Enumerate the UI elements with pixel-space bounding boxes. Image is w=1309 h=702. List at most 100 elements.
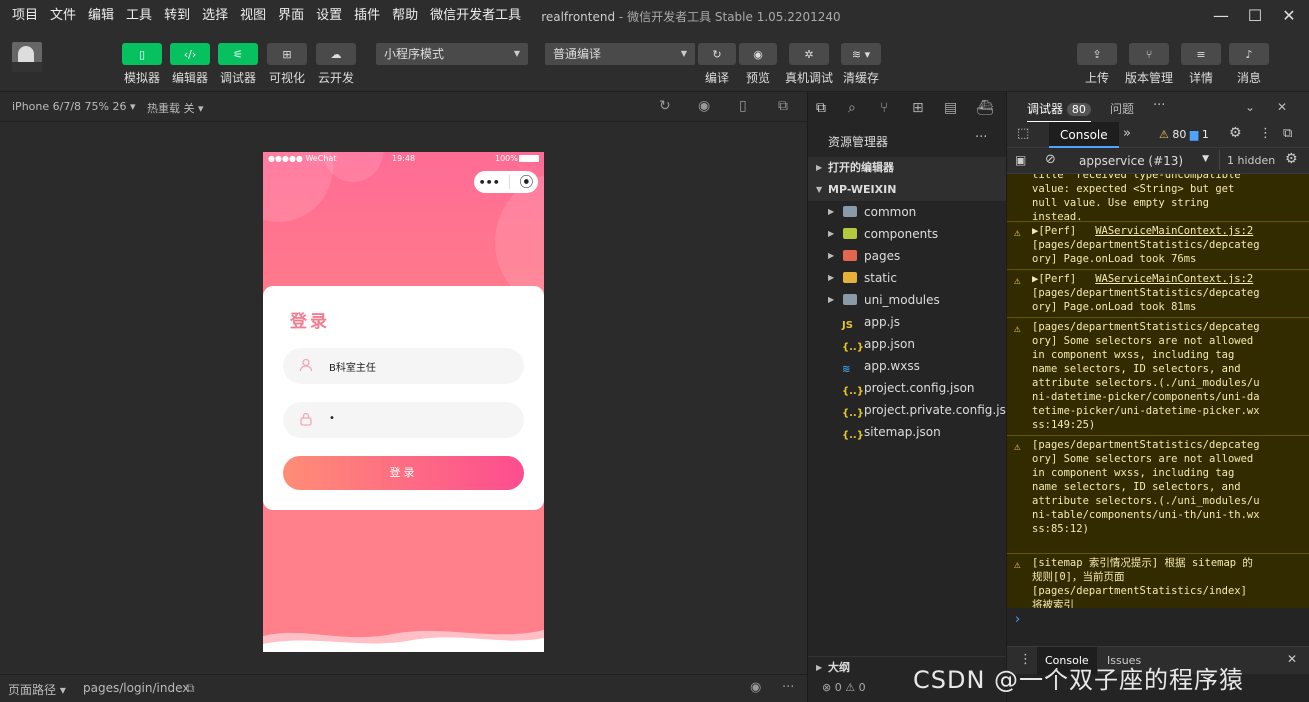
log-text: [pages/departmentStatistics/depcateg ory…: [1032, 439, 1260, 535]
context-select[interactable]: appservice (#13) ▼: [1079, 154, 1209, 168]
console-log-entry[interactable]: title" received type-uncompatible value:…: [1007, 174, 1309, 223]
menu-item-0[interactable]: 项目: [6, 0, 44, 32]
menu-item-7[interactable]: 界面: [272, 0, 310, 32]
page-path-bar: 页面路径 ▾ pages/login/index ⧉ ◉ ···: [0, 674, 807, 702]
hot-reload-toggle[interactable]: 热重载 关 ▾: [147, 100, 204, 116]
copy-icon[interactable]: ⧉: [186, 681, 195, 696]
code-button[interactable]: ‹/›: [170, 43, 210, 65]
debugger-tabs: 调试器 80 问题 ··· ⌄ ✕: [1007, 92, 1309, 123]
eye-button[interactable]: ◉: [739, 43, 777, 65]
source-control-icon[interactable]: ⑂: [880, 100, 888, 116]
tab-debugger[interactable]: 调试器 80: [1027, 100, 1091, 123]
more-icon[interactable]: ···: [782, 680, 794, 695]
phone-frame-icon[interactable]: ▯: [739, 98, 747, 114]
tree-file-3[interactable]: {..} project.config.json: [808, 377, 1007, 399]
warning-icon: ⚠: [1014, 226, 1021, 239]
close-capsule-icon[interactable]: ⦿: [519, 172, 533, 192]
password-field[interactable]: •: [283, 402, 524, 438]
compile-select[interactable]: 普通编译 ▼: [545, 43, 695, 65]
tab-issues[interactable]: 问题: [1110, 100, 1134, 117]
layout-button[interactable]: ⊞: [267, 43, 307, 65]
phone-button[interactable]: ▯: [122, 43, 162, 65]
console-prompt[interactable]: ›: [1015, 612, 1020, 627]
tree-folder-pages[interactable]: ▶ pages: [808, 245, 1007, 267]
source-link[interactable]: WAServiceMainContext.js:2: [1095, 225, 1253, 237]
menu-item-1[interactable]: 文件: [44, 0, 82, 32]
tree-folder-uni_modules[interactable]: ▶ uni_modules: [808, 289, 1007, 311]
mode-select[interactable]: 小程序模式 ▼: [376, 43, 528, 65]
layers-button[interactable]: ≋ ▾: [841, 43, 881, 65]
settings-icon[interactable]: ⚙: [1229, 125, 1242, 141]
hidden-count[interactable]: 1 hidden: [1227, 154, 1275, 167]
menu-item-8[interactable]: 设置: [310, 0, 348, 32]
menu-item-2[interactable]: 编辑: [82, 0, 120, 32]
more-icon[interactable]: •••: [479, 176, 500, 189]
menu-item-10[interactable]: 帮助: [386, 0, 424, 32]
open-editors-section[interactable]: ▶ 打开的编辑器: [808, 157, 1007, 179]
refresh-button[interactable]: ↻: [698, 43, 736, 65]
bug-button[interactable]: ✲: [789, 43, 829, 65]
extensions-icon[interactable]: ⊞: [912, 100, 924, 116]
tree-file-5[interactable]: {..} sitemap.json: [808, 421, 1007, 443]
maximize-button[interactable]: ☐: [1241, 4, 1269, 28]
kebab-icon[interactable]: ⋮: [1259, 126, 1272, 141]
menu-item-5[interactable]: 选择: [196, 0, 234, 32]
layout-icon[interactable]: ▤: [944, 100, 957, 116]
warning-count[interactable]: ⚠ 80 ▆ 1: [1159, 128, 1209, 141]
console-log-entry[interactable]: ⚠ ▶[Perf] WAServiceMainContext.js:2 [page…: [1007, 222, 1309, 270]
docker-icon[interactable]: ⛴: [976, 100, 994, 116]
tree-folder-common[interactable]: ▶ common: [808, 201, 1007, 223]
tree-file-0[interactable]: JS app.js: [808, 311, 1007, 333]
tree-folder-static[interactable]: ▶ static: [808, 267, 1007, 289]
clear-console-icon[interactable]: ⊘: [1045, 152, 1056, 167]
tree-file-1[interactable]: {..} app.json: [808, 333, 1007, 355]
menu-item-9[interactable]: 插件: [348, 0, 386, 32]
drawer-close-icon[interactable]: ✕: [1287, 652, 1297, 666]
menu-item-6[interactable]: 视图: [234, 0, 272, 32]
branch-button[interactable]: ⑂: [1129, 43, 1169, 65]
console-log-entry[interactable]: ⚠ [pages/departmentStatistics/depcateg or…: [1007, 318, 1309, 436]
cloud-button[interactable]: ☁: [316, 43, 356, 65]
stop-icon[interactable]: ◉: [698, 98, 710, 114]
login-button[interactable]: 登录: [283, 456, 524, 490]
tree-folder-components[interactable]: ▶ components: [808, 223, 1007, 245]
explorer-more-icon[interactable]: ···: [975, 130, 987, 145]
page-path-select[interactable]: 页面路径 ▾: [8, 681, 66, 698]
inspect-icon[interactable]: ⬚: [1017, 126, 1029, 141]
sidebar-toggle-icon[interactable]: ▣: [1015, 153, 1026, 167]
tree-file-4[interactable]: {..} project.private.config.js...: [808, 399, 1007, 421]
root-folder[interactable]: ▼ MP-WEIXIN: [808, 179, 1007, 201]
menu-item-11[interactable]: 微信开发者工具: [424, 0, 527, 32]
console-settings-icon[interactable]: ⚙: [1285, 151, 1298, 167]
source-link[interactable]: WAServiceMainContext.js:2: [1095, 273, 1253, 285]
menu-button[interactable]: ≡: [1181, 43, 1221, 65]
avatar[interactable]: [12, 42, 42, 72]
username-field[interactable]: B科室主任: [283, 348, 524, 384]
console-log-entry[interactable]: ⚠ [pages/departmentStatistics/depcateg or…: [1007, 436, 1309, 554]
files-icon[interactable]: ⧉: [816, 100, 826, 116]
console-log-entry[interactable]: ⚠ ▶[Perf] WAServiceMainContext.js:2 [page…: [1007, 270, 1309, 318]
tree-file-2[interactable]: ≋ app.wxss: [808, 355, 1007, 377]
close-button[interactable]: ✕: [1275, 4, 1303, 28]
upload-button[interactable]: ⇪: [1077, 43, 1117, 65]
bell-button[interactable]: ♪: [1229, 43, 1269, 65]
rotate-icon[interactable]: ↻: [659, 98, 671, 114]
page-path: pages/login/index: [83, 681, 190, 695]
menu-capsule[interactable]: ••• ⦿: [474, 171, 538, 193]
console-log-entry[interactable]: ⚠ [sitemap 索引情况提示] 根据 sitemap 的 规则[0]，当前页…: [1007, 554, 1309, 608]
popout-icon[interactable]: ⧉: [778, 98, 788, 114]
more-tabs-icon[interactable]: ···: [1153, 98, 1165, 113]
chevron-down-icon[interactable]: ⌄: [1245, 100, 1255, 114]
menu-item-3[interactable]: 工具: [120, 0, 158, 32]
eye-icon[interactable]: ◉: [750, 680, 761, 695]
search-icon[interactable]: ⌕: [848, 100, 856, 116]
dock-icon[interactable]: ⧉: [1283, 126, 1292, 141]
close-icon[interactable]: ✕: [1277, 100, 1287, 114]
device-select[interactable]: iPhone 6/7/8 75% 26 ▾: [12, 100, 136, 113]
menu-item-4[interactable]: 转到: [158, 0, 196, 32]
minimize-button[interactable]: —: [1207, 4, 1235, 28]
debug-button[interactable]: ⚟: [218, 43, 258, 65]
problems-count[interactable]: ⊗ 0 ⚠ 0: [822, 681, 866, 694]
tab-console[interactable]: Console: [1049, 122, 1119, 148]
more-panels-icon[interactable]: »: [1123, 126, 1131, 141]
